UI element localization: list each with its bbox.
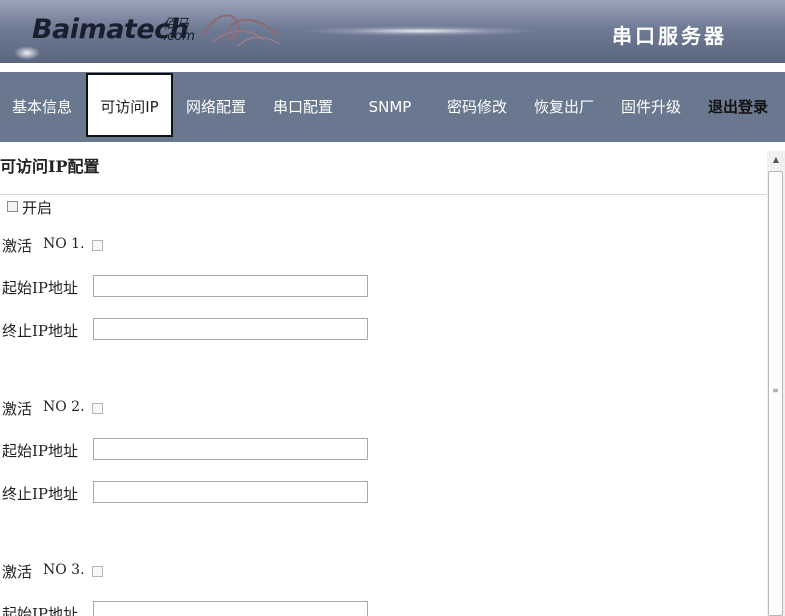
- tab-logout[interactable]: 退出登录: [697, 72, 779, 142]
- start-ip-input-1[interactable]: [93, 275, 368, 297]
- vertical-scrollbar[interactable]: ▲ ≡: [767, 151, 785, 616]
- tab-serial-config[interactable]: 串口配置: [262, 72, 344, 142]
- scrollbar-grip-icon: ≡: [772, 386, 779, 395]
- title-divider: [0, 194, 767, 195]
- tab-network-config[interactable]: 网络配置: [175, 72, 257, 142]
- tab-factory-reset[interactable]: 恢复出厂: [523, 72, 605, 142]
- start-ip-input-2[interactable]: [93, 438, 368, 460]
- activate-checkbox-2[interactable]: [92, 403, 103, 414]
- start-ip-label-1: 起始IP地址: [2, 279, 79, 297]
- banner-light-streak: [300, 26, 540, 36]
- end-ip-label-2: 终止IP地址: [2, 485, 79, 503]
- entry-no-label-2: NO 2.: [43, 399, 85, 415]
- end-ip-label-1: 终止IP地址: [2, 322, 79, 340]
- scrollbar-thumb[interactable]: ≡: [768, 171, 783, 616]
- logo-subtext: 佰马 .com: [163, 18, 195, 44]
- end-ip-input-1[interactable]: [93, 318, 368, 340]
- content-area: 可访问IP配置 开启 激活 NO 1. 起始IP地址 终止IP地址 激活 NO …: [0, 143, 767, 616]
- activate-checkbox-3[interactable]: [92, 566, 103, 577]
- logo-swirl-icon: [201, 14, 281, 47]
- activate-label-3: 激活: [2, 563, 33, 581]
- start-ip-label-2: 起始IP地址: [2, 442, 79, 460]
- activate-checkbox-1[interactable]: [92, 240, 103, 251]
- entry-no-label-1: NO 1.: [43, 236, 85, 252]
- activate-label-2: 激活: [2, 400, 33, 418]
- tab-accessible-ip[interactable]: 可访问IP: [86, 73, 173, 137]
- start-ip-input-3[interactable]: [93, 601, 368, 616]
- logo-sub-bottom: .com: [163, 29, 195, 44]
- entry-no-label-3: NO 3.: [43, 562, 85, 578]
- tab-password-change[interactable]: 密码修改: [436, 72, 518, 142]
- tab-snmp[interactable]: SNMP: [349, 72, 431, 142]
- main-nav: 基本信息 可访问IP 网络配置 串口配置 SNMP 密码修改 恢复出厂 固件升级…: [0, 72, 785, 142]
- end-ip-input-2[interactable]: [93, 481, 368, 503]
- enable-checkbox[interactable]: [7, 201, 18, 212]
- activate-label-1: 激活: [2, 237, 33, 255]
- page-title: 可访问IP配置: [0, 157, 100, 176]
- app-title: 串口服务器: [612, 24, 727, 48]
- tab-basic-info[interactable]: 基本信息: [0, 72, 84, 142]
- enable-label: 开启: [22, 199, 53, 217]
- header-banner: Baimatech 佰马 .com 串口服务器: [0, 0, 785, 63]
- tab-firmware-upgrade[interactable]: 固件升级: [610, 72, 692, 142]
- banner-star-glow: [14, 46, 40, 60]
- start-ip-label-3: 起始IP地址: [2, 605, 79, 616]
- scroll-up-arrow-icon[interactable]: ▲: [767, 151, 785, 169]
